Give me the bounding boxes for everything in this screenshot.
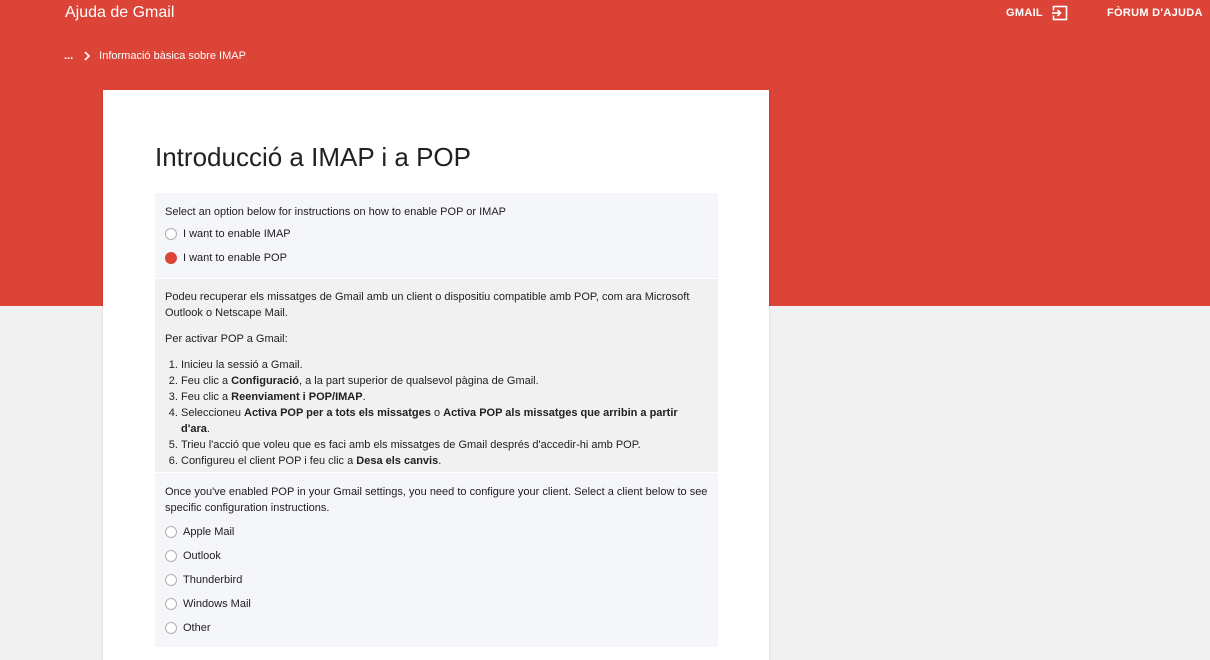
radio-button[interactable]: [165, 228, 177, 240]
article-card: Introducció a IMAP i a POP Select an opt…: [103, 90, 769, 660]
radio-option-outlook[interactable]: Outlook: [165, 544, 708, 568]
radio-option-windows-mail[interactable]: Windows Mail: [165, 592, 708, 616]
radio-option-thunderbird[interactable]: Thunderbird: [165, 568, 708, 592]
radio-label: Outlook: [183, 550, 221, 562]
pop-activate-heading: Per activar POP a Gmail:: [165, 333, 288, 345]
radio-label: Windows Mail: [183, 598, 251, 610]
page-title: Introducció a IMAP i a POP: [155, 142, 471, 172]
top-bar: Ajuda de Gmail GMAIL FÒRUM D'AJUDA: [0, 0, 1210, 30]
list-item: Seleccioneu Activa POP per a tots els mi…: [181, 405, 708, 437]
list-item: Trieu l'acció que voleu que es faci amb …: [181, 437, 708, 453]
enable-option-prompt: Select an option below for instructions …: [165, 206, 506, 218]
gmail-link[interactable]: GMAIL: [1006, 5, 1068, 21]
radio-option-other[interactable]: Other: [165, 616, 708, 640]
radio-button[interactable]: [165, 598, 177, 610]
radio-label: Thunderbird: [183, 574, 243, 586]
radio-button[interactable]: [165, 550, 177, 562]
radio-option-enable-imap[interactable]: I want to enable IMAP: [165, 222, 708, 246]
radio-button[interactable]: [165, 574, 177, 586]
list-item: Feu clic a Configuració, a la part super…: [181, 373, 708, 389]
list-item: Feu clic a Reenviament i POP/IMAP.: [181, 389, 708, 405]
pop-intro-text: Podeu recuperar els missatges de Gmail a…: [165, 291, 690, 319]
radio-button-selected[interactable]: [165, 252, 177, 264]
radio-option-apple-mail[interactable]: Apple Mail: [165, 520, 708, 544]
pop-steps-list: Inicieu la sessió a Gmail. Feu clic a Co…: [181, 357, 708, 469]
breadcrumb-current[interactable]: Informació bàsica sobre IMAP: [99, 50, 246, 62]
radio-button[interactable]: [165, 526, 177, 538]
enable-option-selector: Select an option below for instructions …: [155, 193, 718, 278]
gmail-link-label: GMAIL: [1006, 7, 1043, 19]
pop-instructions: Podeu recuperar els missatges de Gmail a…: [155, 279, 718, 472]
breadcrumb-ellipsis[interactable]: ...: [64, 50, 73, 62]
app-title-link[interactable]: Ajuda de Gmail: [65, 4, 174, 22]
radio-button[interactable]: [165, 622, 177, 634]
radio-label: I want to enable POP: [183, 252, 287, 264]
exit-to-app-icon: [1051, 5, 1068, 21]
radio-label: Other: [183, 622, 211, 634]
client-selector: Once you've enabled POP in your Gmail se…: [155, 473, 718, 647]
radio-label: Apple Mail: [183, 526, 235, 538]
client-prompt: Once you've enabled POP in your Gmail se…: [165, 486, 708, 514]
list-item: Inicieu la sessió a Gmail.: [181, 357, 708, 373]
radio-option-enable-pop[interactable]: I want to enable POP: [165, 246, 708, 270]
breadcrumb: ... Informació bàsica sobre IMAP: [64, 50, 246, 62]
radio-label: I want to enable IMAP: [183, 228, 291, 240]
chevron-right-icon: [84, 51, 91, 61]
list-item: Configureu el client POP i feu clic a De…: [181, 453, 708, 469]
help-forum-link[interactable]: FÒRUM D'AJUDA: [1107, 7, 1203, 19]
